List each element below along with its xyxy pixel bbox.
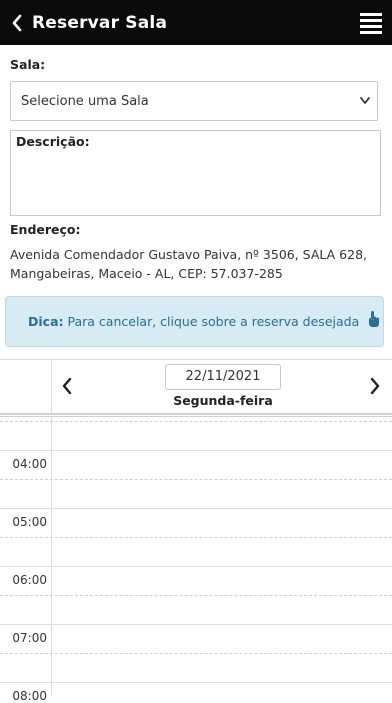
description-label: Descrição: [16, 134, 90, 149]
time-label: 07:00 [12, 631, 47, 645]
address-line-1: Avenida Comendador Gustavo Paiva, nº 350… [10, 247, 368, 262]
next-day-button[interactable] [369, 377, 381, 399]
chevron-right-icon [370, 377, 380, 395]
calendar-header: 22/11/2021 Segunda-feira [0, 359, 392, 414]
address-label: Endereço: [10, 222, 81, 237]
address-line-2: Mangabeiras, Maceio - AL, CEP: 57.037-28… [10, 266, 283, 281]
weekday-label: Segunda-feira [173, 393, 273, 408]
room-label: Sala: [10, 57, 46, 72]
page-title: Reservar Sala [32, 12, 168, 33]
time-column-divider [51, 417, 52, 696]
half-hour-line [0, 479, 392, 480]
tap-hand-icon [369, 310, 380, 327]
half-hour-line [0, 421, 392, 422]
hour-line [0, 566, 392, 567]
address-text: Avenida Comendador Gustavo Paiva, nº 350… [10, 245, 380, 283]
half-hour-line [0, 595, 392, 596]
room-select-value: Selecione uma Sala [21, 93, 149, 109]
back-button[interactable] [0, 0, 34, 45]
hour-line [0, 624, 392, 625]
hour-line [0, 508, 392, 509]
chevron-left-icon [12, 14, 22, 31]
room-select[interactable]: Selecione uma Sala [10, 81, 378, 121]
date-field[interactable]: 22/11/2021 [165, 364, 281, 390]
time-label: 05:00 [12, 515, 47, 529]
time-column-divider [51, 360, 52, 414]
half-hour-line [0, 537, 392, 538]
time-label: 04:00 [12, 457, 47, 471]
hamburger-menu-icon[interactable] [360, 13, 382, 34]
tip-text: Para cancelar, clique sobre a reserva de… [67, 314, 360, 329]
time-label: 06:00 [12, 573, 47, 587]
hour-line [0, 682, 392, 683]
tip-banner: Dica: Para cancelar, clique sobre a rese… [5, 296, 384, 347]
half-hour-line [0, 653, 392, 654]
description-field[interactable]: Descrição: [10, 130, 381, 216]
previous-day-button[interactable] [61, 377, 73, 399]
chevron-down-icon [360, 97, 370, 104]
header-divider [0, 413, 392, 415]
time-label: 08:00 [12, 689, 47, 703]
chevron-left-icon [62, 377, 72, 395]
tip-label: Dica: [28, 314, 64, 329]
day-schedule-grid[interactable]: 04:00 05:00 06:00 07:00 08:00 [0, 417, 392, 703]
hour-line [0, 450, 392, 451]
top-bar: Reservar Sala [0, 0, 392, 45]
